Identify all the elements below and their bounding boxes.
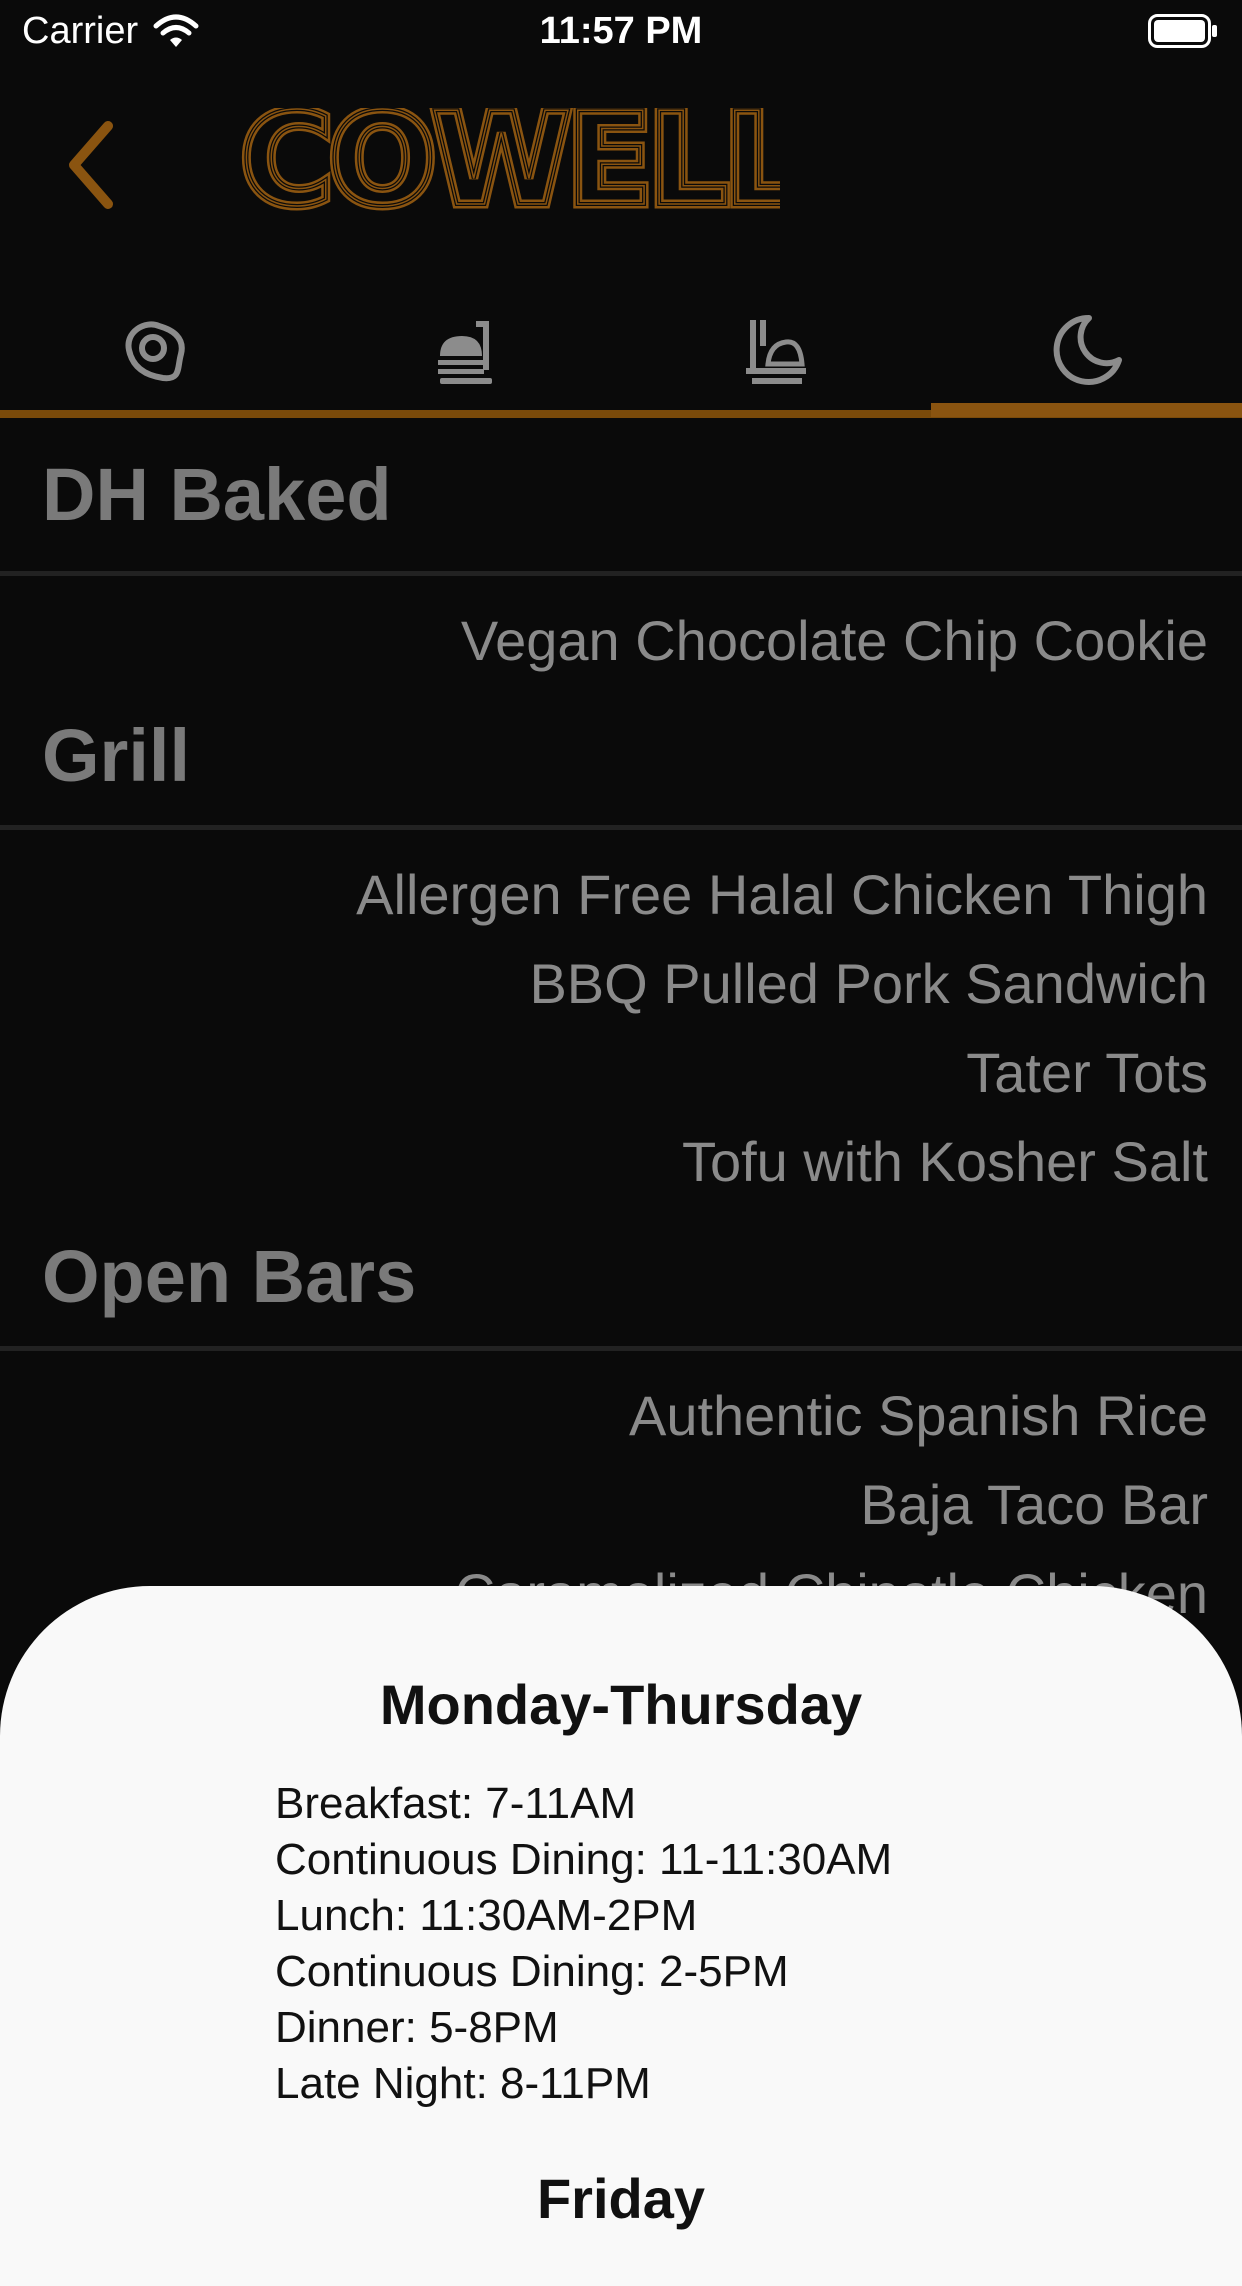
section-items-grill: Allergen Free Halal Chicken Thigh BBQ Pu… [0,830,1242,1351]
menu-item[interactable]: Vegan Chocolate Chip Cookie [0,596,1208,685]
menu-list[interactable]: DH Baked Vegan Chocolate Chip Cookie Gri… [0,418,1242,1638]
friday-title: Friday [0,2166,1242,2231]
weekday-title: Monday-Thursday [0,1672,1242,1737]
section-header-grill: Grill [0,685,1242,830]
selected-tab-indicator [931,403,1242,417]
section-header-open-bars: Open Bars [0,1206,1242,1351]
section-title: DH Baked [42,452,392,537]
menu-item[interactable]: Tater Tots [0,1028,1208,1117]
menu-item[interactable]: Tofu with Kosher Salt [0,1117,1208,1206]
battery-icon [1148,14,1218,48]
hours-line: Breakfast: 7-11AM [275,1776,892,1832]
hours-line: Lunch: 11:30AM-2PM [275,1888,892,1944]
late-night-moon-icon [1047,310,1127,390]
weekday-hours-list: Breakfast: 7-11AM Continuous Dining: 11-… [275,1776,892,2112]
cowell-logo: COWELL COWELL COWELL [240,108,780,218]
tab-lunch[interactable] [311,290,622,410]
status-bar: Carrier 11:57 PM [0,0,1242,66]
menu-item[interactable]: Allergen Free Halal Chicken Thigh [0,850,1208,939]
meal-tabs [0,290,1242,410]
section-title: Grill [42,713,190,798]
hours-line: Late Night: 8-11PM [275,2056,892,2112]
tab-breakfast[interactable] [0,290,311,410]
menu-item[interactable]: BBQ Pulled Pork Sandwich [0,939,1208,1028]
section-header-dh-baked: DH Baked [0,418,1242,576]
tab-dinner[interactable] [621,290,932,410]
breakfast-egg-icon [115,310,195,390]
lunch-tray-icon [426,310,506,390]
hours-line: Dinner: 5-8PM [275,2000,892,2056]
hours-line: Continuous Dining: 2-5PM [275,1944,892,2000]
back-button[interactable] [62,118,122,212]
status-time: 11:57 PM [0,10,1242,53]
dinner-icon [736,310,816,390]
hours-bottom-sheet[interactable]: Monday-Thursday Breakfast: 7-11AM Contin… [0,1586,1242,2286]
section-items-dh-baked: Vegan Chocolate Chip Cookie Grill [0,576,1242,830]
menu-item[interactable]: Baja Taco Bar [0,1460,1208,1549]
menu-item[interactable]: Authentic Spanish Rice [0,1371,1208,1460]
logo-text-core: COWELL [240,108,780,218]
section-title: Open Bars [42,1234,416,1319]
hours-line: Continuous Dining: 11-11:30AM [275,1832,892,1888]
tab-late-night[interactable] [932,290,1242,410]
